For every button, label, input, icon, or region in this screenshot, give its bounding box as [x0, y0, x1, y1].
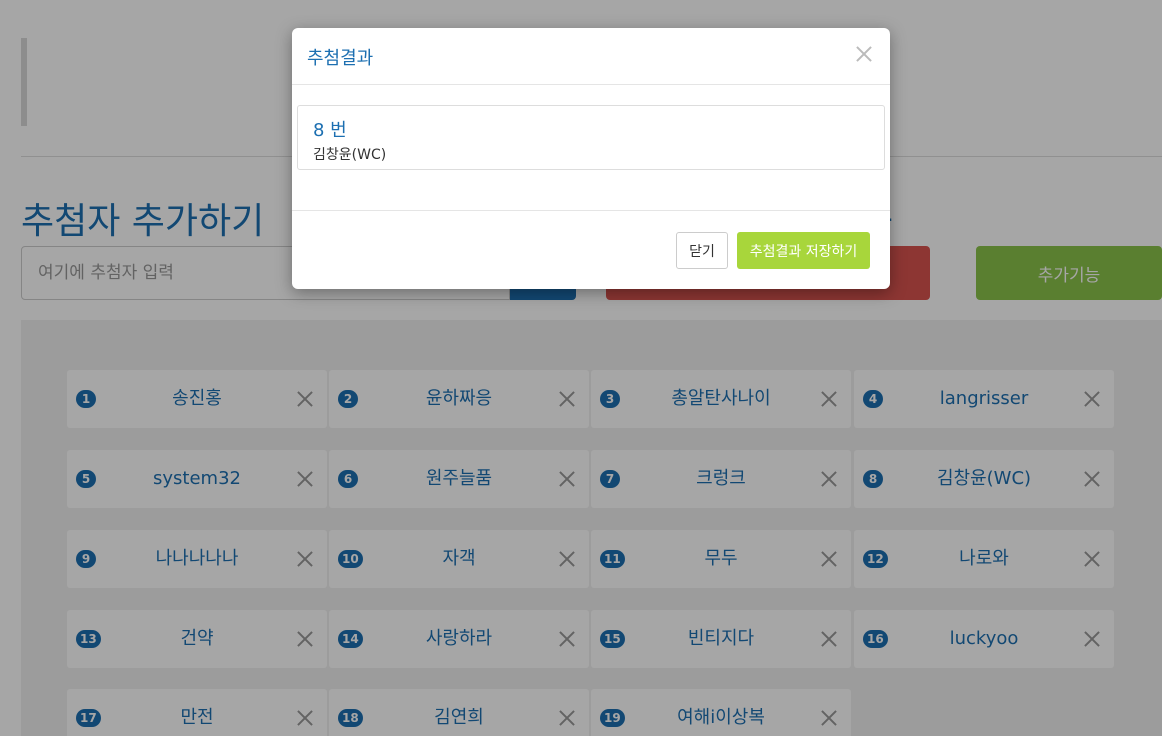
result-number: 8 번 — [313, 120, 347, 141]
close-button[interactable]: 닫기 — [676, 232, 728, 269]
save-result-button[interactable]: 추첨결과 저장하기 — [737, 232, 870, 269]
modal-header-divider — [292, 84, 890, 85]
result-modal: 추첨결과 8 번 김창윤(WC) 닫기 추첨결과 저장하기 — [292, 28, 890, 289]
result-name: 김창윤(WC) — [313, 147, 387, 163]
modal-footer-divider — [292, 210, 890, 211]
result-card: 8 번 김창윤(WC) — [297, 105, 885, 170]
close-icon[interactable] — [854, 44, 874, 64]
modal-title: 추첨결과 — [307, 48, 374, 69]
